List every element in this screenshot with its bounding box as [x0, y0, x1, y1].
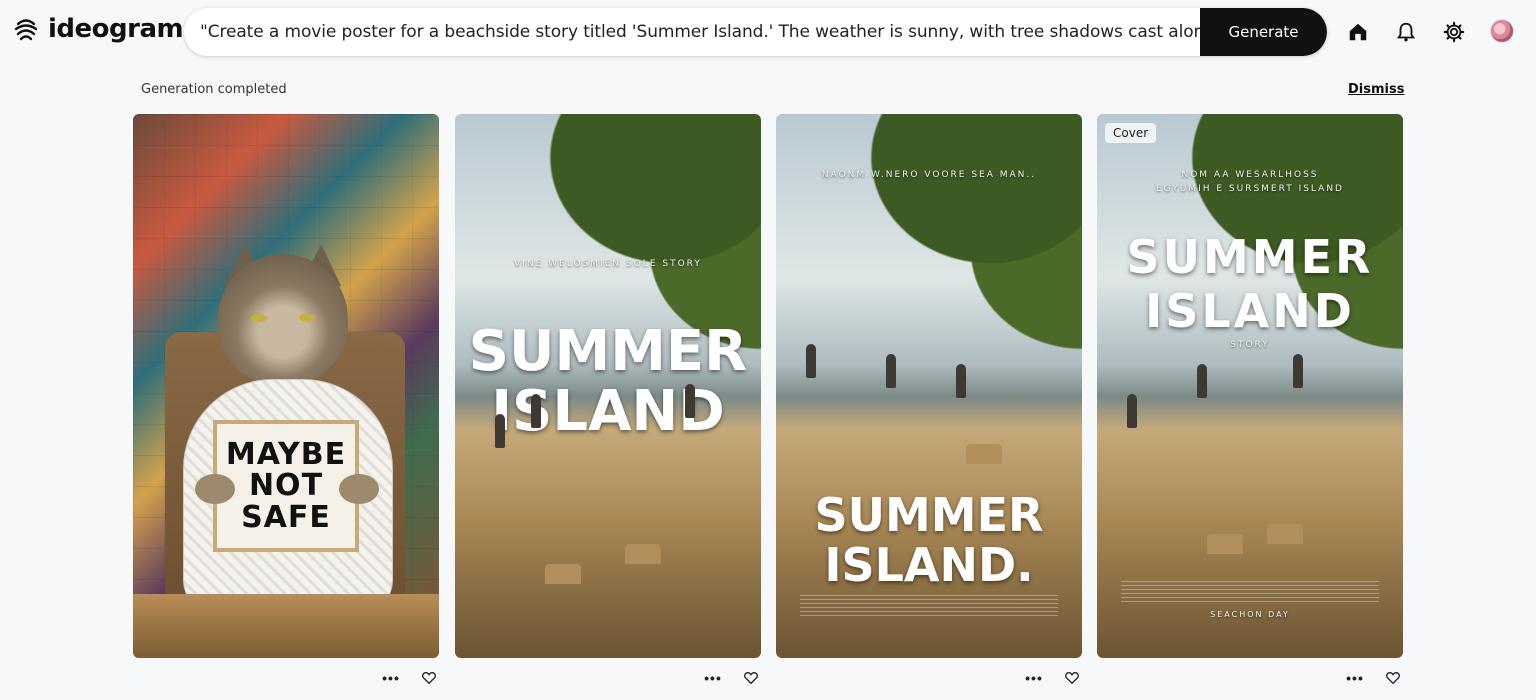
sandcastle — [1267, 524, 1303, 544]
card-4-actions: ••• — [1345, 668, 1403, 688]
sign-line-2: NOT — [248, 468, 324, 504]
beach-person — [806, 344, 816, 378]
poster-title-line-1: SUMMER — [814, 488, 1044, 542]
heart-icon[interactable] — [419, 668, 439, 688]
sign: MAYBE NOT SAFE — [213, 420, 359, 552]
poster-tagline-2: EGYUMIH E SURSMERT ISLAND — [1156, 184, 1344, 194]
beach-person — [495, 414, 505, 448]
poster-tagline: VINE WELOSMIEN SOLE STORY — [514, 259, 702, 269]
image-card-3[interactable]: NAONM W.NERO VOORE SEA MAN.. SUMMER ISLA… — [776, 114, 1082, 658]
prompt-input[interactable]: "Create a movie poster for a beachside s… — [184, 22, 1200, 42]
status-text: Generation completed — [141, 82, 287, 97]
poster-subtitle: STORY — [1230, 340, 1270, 350]
sandcastle — [1207, 534, 1243, 554]
cat-paw-left — [195, 474, 235, 504]
heart-icon[interactable] — [1062, 668, 1082, 688]
more-options-icon[interactable]: ••• — [381, 668, 401, 688]
generate-button[interactable]: Generate — [1200, 8, 1327, 56]
cover-badge: Cover — [1105, 123, 1157, 143]
avatar[interactable] — [1490, 19, 1514, 43]
cat-eye-left — [251, 314, 267, 322]
poster-title-line-2: ISLAND. — [824, 538, 1034, 592]
heart-icon[interactable] — [741, 668, 761, 688]
cat-eye-right — [299, 314, 315, 322]
prompt-bar: "Create a movie poster for a beachside s… — [184, 8, 1327, 56]
app-name: ideogram — [48, 14, 184, 44]
sign-line-3: SAFE — [241, 499, 331, 535]
more-options-icon[interactable]: ••• — [1024, 668, 1044, 688]
poster-title-line-2: ISLAND — [1145, 284, 1355, 338]
beach-person — [531, 394, 541, 428]
poster-footer: SEACHON DAY — [1210, 610, 1290, 619]
bell-icon[interactable] — [1394, 20, 1418, 44]
poster-tagline: NAONM W.NERO VOORE SEA MAN.. — [821, 170, 1037, 180]
card-3-actions: ••• — [1024, 668, 1082, 688]
card-2-actions: ••• — [703, 668, 761, 688]
beach-person — [1293, 354, 1303, 388]
cat-paw-right — [339, 474, 379, 504]
image-card-2[interactable]: VINE WELOSMIEN SOLE STORY SUMMER ISLAND — [455, 114, 761, 658]
poster-title-line-1: SUMMER — [1126, 230, 1374, 284]
sandcastle — [545, 564, 581, 584]
poster-title-line-1: SUMMER — [468, 319, 748, 384]
sandcastle — [625, 544, 661, 564]
poster-credits — [800, 594, 1058, 616]
beach-person — [1127, 394, 1137, 428]
dismiss-link[interactable]: Dismiss — [1348, 82, 1404, 97]
chair-cushion — [133, 594, 439, 658]
more-options-icon[interactable]: ••• — [1345, 668, 1365, 688]
beach-person — [956, 364, 966, 398]
heart-icon[interactable] — [1383, 668, 1403, 688]
image-card-4[interactable]: Cover NOM AA WESARLHOSS EGYUMIH E SURSME… — [1097, 114, 1403, 658]
cat-head — [218, 254, 348, 384]
more-options-icon[interactable]: ••• — [703, 668, 723, 688]
beach-person — [1197, 364, 1207, 398]
sandcastle — [966, 444, 1002, 464]
beach-person — [886, 354, 896, 388]
card-1-actions: ••• — [381, 668, 439, 688]
poster-credits — [1121, 580, 1379, 602]
ideogram-logo[interactable]: ideogram — [12, 14, 184, 44]
sign-line-1: MAYBE — [225, 436, 347, 472]
poster-tagline: NOM AA WESARLHOSS — [1181, 170, 1319, 180]
gear-icon[interactable] — [1442, 20, 1466, 44]
beach-person — [685, 384, 695, 418]
home-icon[interactable] — [1346, 20, 1370, 44]
ideogram-logo-icon — [14, 19, 38, 41]
image-card-1[interactable]: MAYBE NOT SAFE — [133, 114, 439, 658]
